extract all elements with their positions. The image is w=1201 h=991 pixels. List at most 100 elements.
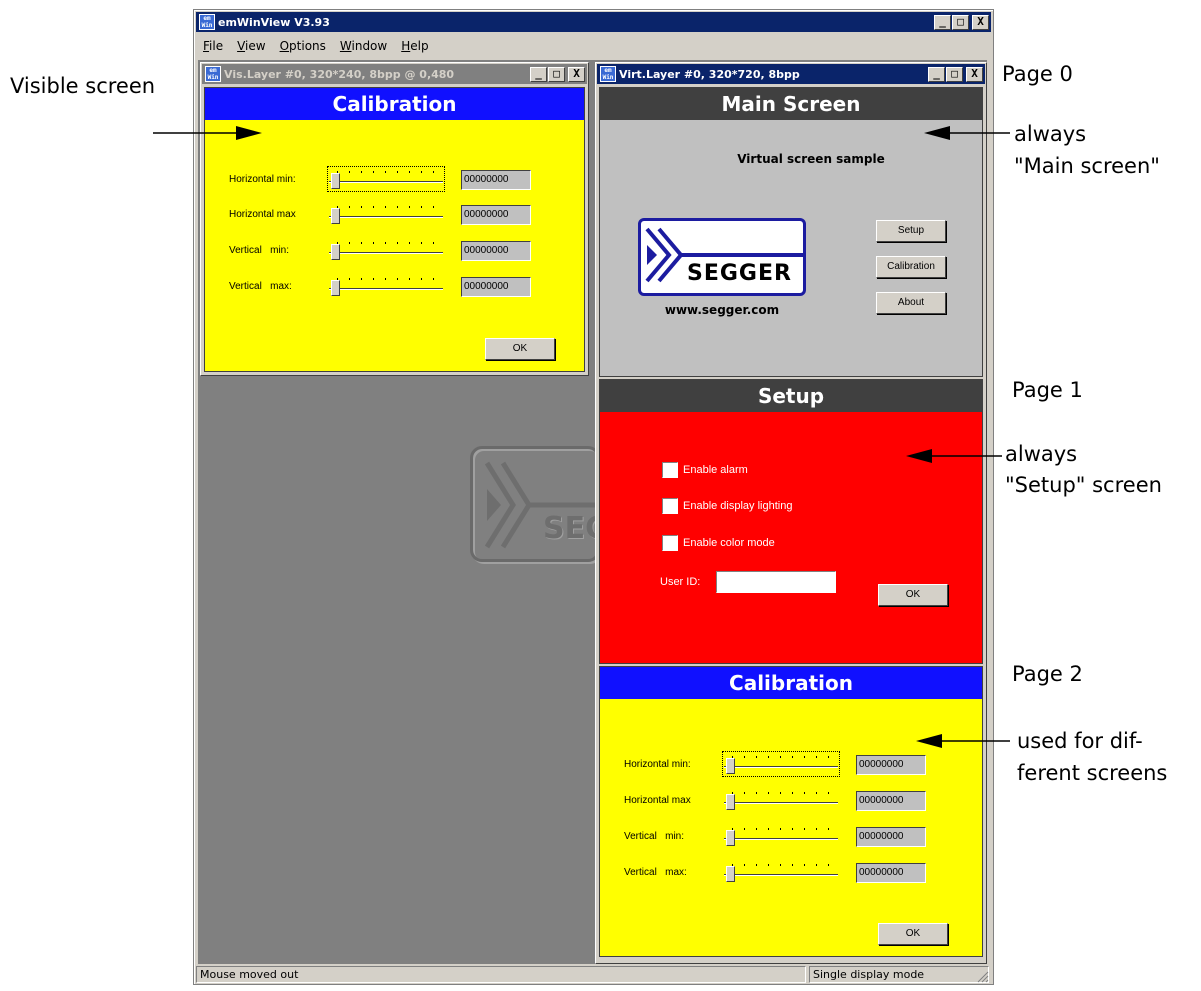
minimize-button[interactable]: _ <box>934 14 951 30</box>
status-message: Mouse moved out <box>196 966 806 983</box>
virt-value-vmax: 00000000 <box>856 863 926 883</box>
annotation-page1: Page 1 <box>1012 378 1083 402</box>
menu-view[interactable]: View <box>230 39 272 53</box>
vis-value-vmin: 00000000 <box>461 241 531 261</box>
virt-cal-label-hmin: Horizontal min: <box>624 759 691 770</box>
visible-calibration-title: Calibration <box>205 88 584 120</box>
visible-layer-title: Vis.Layer #0, 320*240, 8bpp @ 0,480 <box>224 67 455 81</box>
vis-calibration-ok-button[interactable]: OK <box>485 338 555 360</box>
visible-calibration-screen: Calibration Horizontal min: 00000000 Hor… <box>204 87 585 372</box>
virt-value-hmax: 00000000 <box>856 791 926 811</box>
enable-alarm-label: Enable alarm <box>683 464 748 476</box>
enable-display-lighting-checkbox[interactable] <box>662 498 678 514</box>
virt-cal-row-hmax: Horizontal max <box>624 795 691 806</box>
virt-cal-row-vmin: Vertical min: <box>624 831 684 842</box>
virtual-calibration-page: Calibration Horizontal min: 00000000 Hor… <box>599 666 983 957</box>
main-screen-subtitle: Virtual screen sample <box>737 152 885 166</box>
enable-display-lighting-option[interactable]: Enable display lighting <box>662 498 792 514</box>
virt-slider-vmax[interactable] <box>724 861 838 883</box>
virt-cal-row-hmin: Horizontal min: <box>624 759 691 770</box>
virt-slider-hmin[interactable] <box>722 751 840 777</box>
vis-slider-hmin-thumb[interactable] <box>331 173 340 189</box>
status-bar: Mouse moved out Single display mode <box>196 965 991 984</box>
app-title: emWinView V3.93 <box>218 15 330 29</box>
virtual-layer-maximize-button[interactable]: □ <box>946 66 963 82</box>
virt-cal-label-hmax: Horizontal max <box>624 795 691 806</box>
virtual-layer-title: Virt.Layer #0, 320*720, 8bpp <box>619 67 800 81</box>
enable-color-mode-option[interactable]: Enable color mode <box>662 535 775 551</box>
main-title-bar[interactable]: em Win emWinView V3.93 _ □ X <box>196 12 991 32</box>
setup-button[interactable]: Setup <box>876 220 946 242</box>
virt-calibration-ok-button[interactable]: OK <box>878 923 948 945</box>
calibration-button[interactable]: Calibration <box>876 256 946 278</box>
visible-layer-close-button[interactable]: X <box>568 66 585 82</box>
setup-ok-button[interactable]: OK <box>878 584 948 606</box>
enable-color-mode-label: Enable color mode <box>683 537 775 549</box>
virtual-layer-title-bar[interactable]: em Win Virt.Layer #0, 320*720, 8bpp _ □ X <box>597 64 985 84</box>
vis-slider-vmin-thumb[interactable] <box>331 244 340 260</box>
segger-logo: SEGGER <box>638 218 806 296</box>
virt-cal-label-vmin: Vertical min: <box>624 831 685 842</box>
close-button[interactable]: X <box>972 14 989 30</box>
visible-layer-icon: em Win <box>205 66 221 82</box>
menu-options[interactable]: Options <box>273 39 333 53</box>
vis-cal-label-vmin: Vertical min: <box>229 245 290 256</box>
virt-cal-label-vmax: Vertical max: <box>624 867 687 878</box>
visible-layer-maximize-button[interactable]: □ <box>548 66 565 82</box>
virtual-layer-close-button[interactable]: X <box>966 66 983 82</box>
virt-slider-hmin-thumb[interactable] <box>726 758 735 774</box>
resize-grip-icon[interactable] <box>975 969 989 983</box>
annotation-page1-note2: "Setup" screen <box>1005 473 1162 497</box>
annotation-visible-screen: Visible screen <box>10 74 156 98</box>
vis-slider-hmin[interactable] <box>327 166 445 192</box>
menu-file[interactable]: File <box>196 39 230 53</box>
setup-screen-title: Setup <box>600 380 982 412</box>
annotation-page2-note2: ferent screens <box>1017 761 1168 785</box>
user-id-label: User ID: <box>660 576 701 588</box>
visible-layer-minimize-button[interactable]: _ <box>530 66 547 82</box>
virtual-layer-window: em Win Virt.Layer #0, 320*720, 8bpp _ □ X… <box>595 62 987 964</box>
vis-slider-vmax[interactable] <box>329 275 443 297</box>
background-logo-text: SEG <box>543 511 597 546</box>
virt-slider-vmin[interactable] <box>724 825 838 847</box>
segger-website: www.segger.com <box>664 303 780 317</box>
virtual-layer-icon: em Win <box>600 66 616 82</box>
vis-slider-vmin[interactable] <box>329 239 443 261</box>
vis-cal-row-hmin: Horizontal min: <box>229 174 296 185</box>
annotation-page1-note1: always <box>1005 442 1078 466</box>
vis-cal-label-vmax: Vertical max: <box>229 281 292 292</box>
virt-slider-hmax-thumb[interactable] <box>726 794 735 810</box>
user-id-input[interactable] <box>716 571 836 593</box>
vis-value-vmax: 00000000 <box>461 277 531 297</box>
menu-window[interactable]: Window <box>333 39 394 53</box>
vis-slider-hmax[interactable] <box>329 203 443 225</box>
enable-display-lighting-label: Enable display lighting <box>683 500 793 512</box>
annotation-page2: Page 2 <box>1012 662 1083 686</box>
virt-slider-vmin-thumb[interactable] <box>726 830 735 846</box>
main-screen-page: Main Screen Virtual screen sample SEGGER… <box>599 87 983 377</box>
visible-layer-title-bar[interactable]: em Win Vis.Layer #0, 320*240, 8bpp @ 0,48… <box>202 64 587 84</box>
virtual-layer-minimize-button[interactable]: _ <box>928 66 945 82</box>
vis-slider-vmax-thumb[interactable] <box>331 280 340 296</box>
menu-help[interactable]: Help <box>394 39 435 53</box>
segger-logo-text: SEGGER <box>687 261 792 286</box>
virt-slider-vmax-thumb[interactable] <box>726 866 735 882</box>
virtual-calibration-title: Calibration <box>600 667 982 699</box>
maximize-button[interactable]: □ <box>952 14 969 30</box>
background-segger-logo: SEG <box>470 446 600 562</box>
enable-alarm-option[interactable]: Enable alarm <box>662 462 748 478</box>
vis-cal-label-hmin: Horizontal min: <box>229 174 296 185</box>
annotation-page0: Page 0 <box>1002 62 1073 86</box>
main-screen-title: Main Screen <box>600 88 982 120</box>
vis-cal-row-vmin: Vertical min: <box>229 245 289 256</box>
virt-value-hmin: 00000000 <box>856 755 926 775</box>
vis-value-hmin: 00000000 <box>461 170 531 190</box>
about-button[interactable]: About <box>876 292 946 314</box>
visible-layer-window: em Win Vis.Layer #0, 320*240, 8bpp @ 0,48… <box>200 62 589 376</box>
enable-alarm-checkbox[interactable] <box>662 462 678 478</box>
setup-screen-page: Setup Enable alarm Enable display lighti… <box>599 379 983 664</box>
vis-slider-hmax-thumb[interactable] <box>331 208 340 224</box>
enable-color-mode-checkbox[interactable] <box>662 535 678 551</box>
virt-slider-hmax[interactable] <box>724 789 838 811</box>
vis-cal-row-hmax: Horizontal max <box>229 209 296 220</box>
